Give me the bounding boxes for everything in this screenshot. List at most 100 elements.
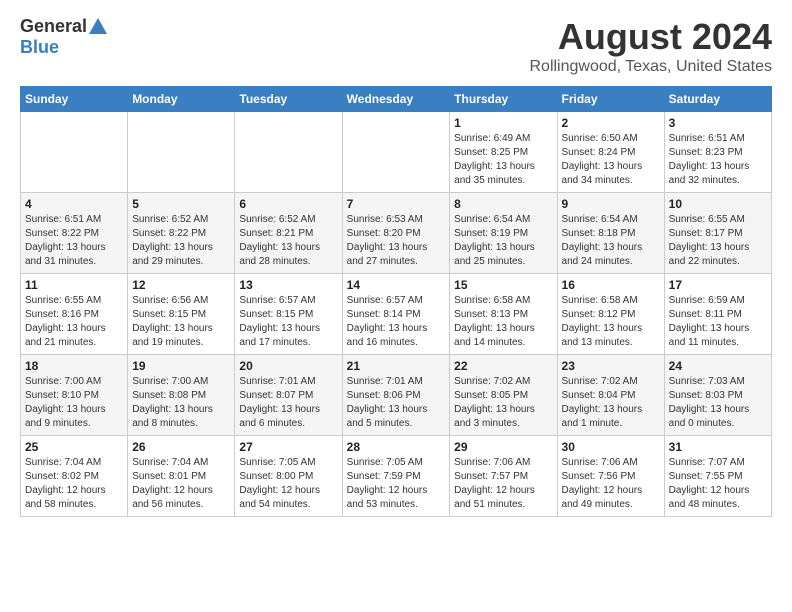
- day-info: Sunrise: 6:51 AMSunset: 8:23 PMDaylight:…: [669, 132, 767, 188]
- day-number: 18: [25, 359, 123, 373]
- day-number: 11: [25, 278, 123, 292]
- calendar-cell: 4Sunrise: 6:51 AMSunset: 8:22 PMDaylight…: [21, 193, 128, 274]
- day-info: Sunrise: 6:53 AMSunset: 8:20 PMDaylight:…: [347, 213, 446, 269]
- calendar-cell: 8 Sunrise: 6:54 AMSunset: 8:19 PMDaylight…: [450, 193, 557, 274]
- day-info: Sunrise: 7:04 AMSunset: 8:02 PMDaylight:…: [25, 456, 123, 512]
- calendar-header-monday: Monday: [128, 87, 235, 112]
- day-number: 16: [562, 278, 660, 292]
- calendar-header-wednesday: Wednesday: [342, 87, 450, 112]
- page-subtitle: Rollingwood, Texas, United States: [529, 58, 772, 76]
- calendar-cell: 9Sunrise: 6:54 AMSunset: 8:18 PMDaylight…: [557, 193, 664, 274]
- calendar-cell: 23 Sunrise: 7:02 AMSunset: 8:04 PMDayligh…: [557, 355, 664, 436]
- day-info: Sunrise: 6:54 AMSunset: 8:19 PMDaylight:…: [454, 213, 552, 269]
- day-info: Sunrise: 7:05 AMSunset: 8:00 PMDaylight:…: [239, 456, 337, 512]
- calendar-cell: 24 Sunrise: 7:03 AMSunset: 8:03 PMDayligh…: [664, 355, 771, 436]
- day-number: 24: [669, 359, 767, 373]
- calendar-cell: 15 Sunrise: 6:58 AMSunset: 8:13 PMDayligh…: [450, 274, 557, 355]
- day-info: Sunrise: 7:06 AMSunset: 7:57 PMDaylight:…: [454, 456, 552, 512]
- day-info: Sunrise: 6:57 AMSunset: 8:14 PMDaylight:…: [347, 294, 446, 350]
- logo-blue-text: Blue: [20, 37, 107, 58]
- day-number: 1: [454, 116, 552, 130]
- day-info: Sunrise: 7:00 AMSunset: 8:10 PMDaylight:…: [25, 375, 123, 431]
- day-number: 20: [239, 359, 337, 373]
- calendar-cell: 28 Sunrise: 7:05 AMSunset: 7:59 PMDayligh…: [342, 436, 450, 517]
- calendar-header-tuesday: Tuesday: [235, 87, 342, 112]
- calendar-header-friday: Friday: [557, 87, 664, 112]
- day-info: Sunrise: 7:02 AMSunset: 8:05 PMDaylight:…: [454, 375, 552, 431]
- calendar-cell: 3 Sunrise: 6:51 AMSunset: 8:23 PMDaylight…: [664, 112, 771, 193]
- calendar-cell: 26Sunrise: 7:04 AMSunset: 8:01 PMDayligh…: [128, 436, 235, 517]
- day-number: 7: [347, 197, 446, 211]
- logo-triangle-icon: [89, 18, 107, 34]
- calendar-cell: [21, 112, 128, 193]
- calendar-row-4: 18 Sunrise: 7:00 AMSunset: 8:10 PMDayligh…: [21, 355, 772, 436]
- calendar-row-3: 11 Sunrise: 6:55 AMSunset: 8:16 PMDayligh…: [21, 274, 772, 355]
- day-info: Sunrise: 7:03 AMSunset: 8:03 PMDaylight:…: [669, 375, 767, 431]
- day-number: 26: [132, 440, 230, 454]
- calendar-header-saturday: Saturday: [664, 87, 771, 112]
- day-info: Sunrise: 6:58 AMSunset: 8:12 PMDaylight:…: [562, 294, 660, 350]
- title-section: August 2024 Rollingwood, Texas, United S…: [529, 16, 772, 76]
- day-info: Sunrise: 6:57 AMSunset: 8:15 PMDaylight:…: [239, 294, 337, 350]
- day-number: 3: [669, 116, 767, 130]
- calendar-cell: 7 Sunrise: 6:53 AMSunset: 8:20 PMDaylight…: [342, 193, 450, 274]
- calendar-row-2: 4Sunrise: 6:51 AMSunset: 8:22 PMDaylight…: [21, 193, 772, 274]
- day-info: Sunrise: 7:02 AMSunset: 8:04 PMDaylight:…: [562, 375, 660, 431]
- calendar-cell: 16 Sunrise: 6:58 AMSunset: 8:12 PMDayligh…: [557, 274, 664, 355]
- calendar-cell: 31 Sunrise: 7:07 AMSunset: 7:55 PMDayligh…: [664, 436, 771, 517]
- calendar-header-row: SundayMondayTuesdayWednesdayThursdayFrid…: [21, 87, 772, 112]
- calendar-cell: 25 Sunrise: 7:04 AMSunset: 8:02 PMDayligh…: [21, 436, 128, 517]
- day-number: 23: [562, 359, 660, 373]
- day-info: Sunrise: 6:52 AMSunset: 8:22 PMDaylight:…: [132, 213, 230, 269]
- day-number: 27: [239, 440, 337, 454]
- day-number: 31: [669, 440, 767, 454]
- calendar-cell: 11 Sunrise: 6:55 AMSunset: 8:16 PMDayligh…: [21, 274, 128, 355]
- day-number: 5: [132, 197, 230, 211]
- calendar-cell: 1Sunrise: 6:49 AMSunset: 8:25 PMDaylight…: [450, 112, 557, 193]
- day-info: Sunrise: 7:06 AMSunset: 7:56 PMDaylight:…: [562, 456, 660, 512]
- day-info: Sunrise: 6:51 AMSunset: 8:22 PMDaylight:…: [25, 213, 123, 269]
- day-info: Sunrise: 6:55 AMSunset: 8:17 PMDaylight:…: [669, 213, 767, 269]
- calendar-header-sunday: Sunday: [21, 87, 128, 112]
- logo: General Blue: [20, 16, 107, 58]
- calendar-cell: 6Sunrise: 6:52 AMSunset: 8:21 PMDaylight…: [235, 193, 342, 274]
- calendar-cell: 19Sunrise: 7:00 AMSunset: 8:08 PMDayligh…: [128, 355, 235, 436]
- day-number: 25: [25, 440, 123, 454]
- calendar-cell: 10 Sunrise: 6:55 AMSunset: 8:17 PMDayligh…: [664, 193, 771, 274]
- day-number: 19: [132, 359, 230, 373]
- day-number: 21: [347, 359, 446, 373]
- calendar-cell: 13 Sunrise: 6:57 AMSunset: 8:15 PMDayligh…: [235, 274, 342, 355]
- day-info: Sunrise: 6:54 AMSunset: 8:18 PMDaylight:…: [562, 213, 660, 269]
- calendar-cell: 18 Sunrise: 7:00 AMSunset: 8:10 PMDayligh…: [21, 355, 128, 436]
- calendar-cell: 20Sunrise: 7:01 AMSunset: 8:07 PMDayligh…: [235, 355, 342, 436]
- day-info: Sunrise: 6:50 AMSunset: 8:24 PMDaylight:…: [562, 132, 660, 188]
- day-info: Sunrise: 7:05 AMSunset: 7:59 PMDaylight:…: [347, 456, 446, 512]
- page-title: August 2024: [529, 16, 772, 58]
- day-info: Sunrise: 7:07 AMSunset: 7:55 PMDaylight:…: [669, 456, 767, 512]
- day-info: Sunrise: 6:59 AMSunset: 8:11 PMDaylight:…: [669, 294, 767, 350]
- day-number: 29: [454, 440, 552, 454]
- calendar-cell: 22 Sunrise: 7:02 AMSunset: 8:05 PMDayligh…: [450, 355, 557, 436]
- calendar-cell: [128, 112, 235, 193]
- calendar-cell: 29 Sunrise: 7:06 AMSunset: 7:57 PMDayligh…: [450, 436, 557, 517]
- calendar-cell: 17 Sunrise: 6:59 AMSunset: 8:11 PMDayligh…: [664, 274, 771, 355]
- day-number: 8: [454, 197, 552, 211]
- day-info: Sunrise: 7:01 AMSunset: 8:06 PMDaylight:…: [347, 375, 446, 431]
- day-info: Sunrise: 6:58 AMSunset: 8:13 PMDaylight:…: [454, 294, 552, 350]
- day-info: Sunrise: 6:56 AMSunset: 8:15 PMDaylight:…: [132, 294, 230, 350]
- day-number: 17: [669, 278, 767, 292]
- day-number: 28: [347, 440, 446, 454]
- calendar-row-1: 1Sunrise: 6:49 AMSunset: 8:25 PMDaylight…: [21, 112, 772, 193]
- day-number: 2: [562, 116, 660, 130]
- day-number: 10: [669, 197, 767, 211]
- day-number: 22: [454, 359, 552, 373]
- day-number: 15: [454, 278, 552, 292]
- day-number: 12: [132, 278, 230, 292]
- day-info: Sunrise: 6:55 AMSunset: 8:16 PMDaylight:…: [25, 294, 123, 350]
- calendar-cell: 30Sunrise: 7:06 AMSunset: 7:56 PMDayligh…: [557, 436, 664, 517]
- day-number: 13: [239, 278, 337, 292]
- day-number: 6: [239, 197, 337, 211]
- logo-general-text: General: [20, 16, 87, 37]
- calendar-cell: 27 Sunrise: 7:05 AMSunset: 8:00 PMDayligh…: [235, 436, 342, 517]
- calendar-cell: 14Sunrise: 6:57 AMSunset: 8:14 PMDayligh…: [342, 274, 450, 355]
